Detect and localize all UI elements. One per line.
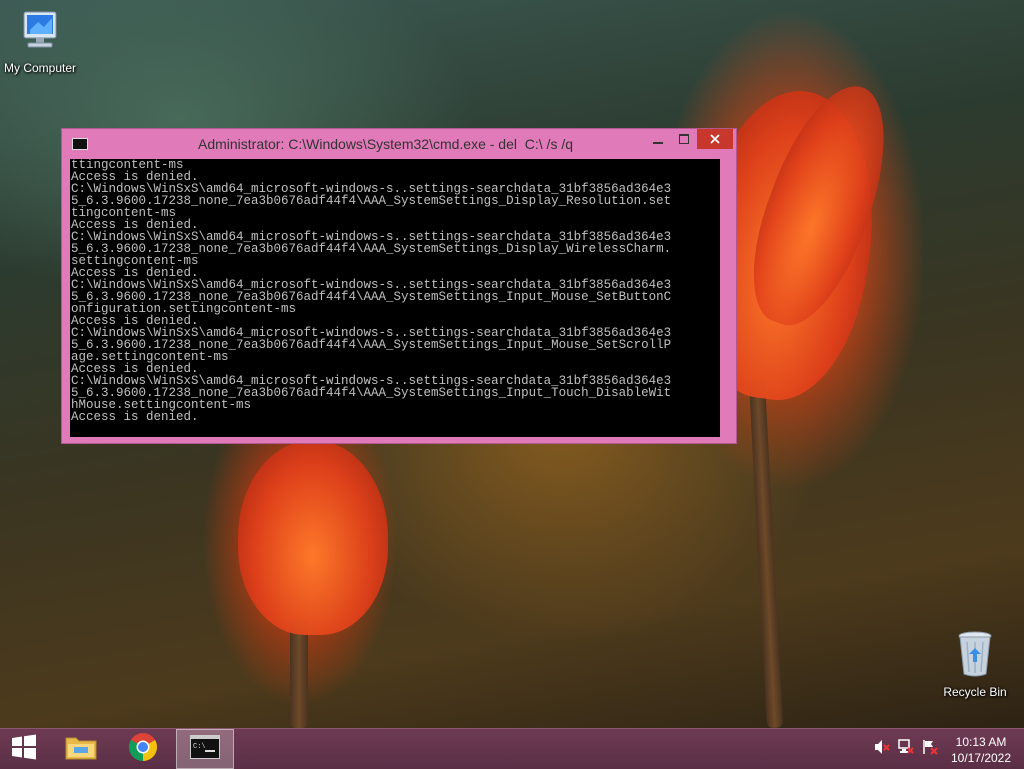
- clock-date: 10/17/2022: [950, 751, 1012, 765]
- wallpaper-stem-right: [748, 379, 784, 728]
- svg-text:C:\: C:\: [193, 743, 206, 751]
- desktop: My Computer Recycle Bin Administrator: C…: [0, 0, 1024, 728]
- console-output-area[interactable]: ttingcontent-ms Access is denied. C:\Win…: [70, 159, 720, 437]
- cmd-icon: C:\: [190, 734, 220, 764]
- file-explorer-taskbar-button[interactable]: [52, 729, 110, 769]
- my-computer-label: My Computer: [3, 61, 77, 75]
- taskbar: C:\ 10:13 AM 10/17/2022: [0, 728, 1024, 769]
- cmd-titlebar[interactable]: Administrator: C:\Windows\System32\cmd.e…: [62, 129, 736, 159]
- folder-icon: [64, 732, 98, 767]
- recycle-bin-icon: [935, 630, 1015, 683]
- command-prompt-taskbar-button[interactable]: C:\: [176, 729, 234, 769]
- cmd-icon: [72, 138, 88, 150]
- minimize-icon: [653, 132, 663, 147]
- recycle-bin-label: Recycle Bin: [943, 685, 1007, 699]
- volume-muted-icon: [874, 739, 890, 760]
- close-icon: [710, 131, 720, 147]
- wallpaper-tulip-left: [238, 440, 388, 635]
- network-icon: [898, 738, 914, 760]
- volume-tray-button[interactable]: [874, 739, 890, 760]
- console-line: Access is denied.: [71, 410, 199, 423]
- recycle-bin-desktop-icon[interactable]: Recycle Bin: [935, 630, 1015, 699]
- action-center-tray-button[interactable]: [922, 739, 938, 760]
- chrome-icon: [128, 732, 158, 767]
- chrome-taskbar-button[interactable]: [114, 729, 172, 769]
- system-clock[interactable]: 10:13 AM 10/17/2022: [944, 734, 1018, 766]
- window-title: Administrator: C:\Windows\System32\cmd.e…: [198, 136, 574, 152]
- maximize-button[interactable]: [671, 129, 697, 149]
- minimize-button[interactable]: [645, 129, 671, 149]
- console-text: ttingcontent-ms Access is denied. C:\Win…: [70, 159, 717, 423]
- maximize-icon: [679, 132, 689, 147]
- action-center-flag-icon: [922, 739, 938, 760]
- close-button[interactable]: [697, 129, 733, 149]
- network-tray-button[interactable]: [898, 738, 914, 760]
- computer-icon: [0, 8, 80, 59]
- clock-time: 10:13 AM: [955, 735, 1007, 749]
- cmd-window[interactable]: Administrator: C:\Windows\System32\cmd.e…: [61, 128, 737, 444]
- wallpaper-stem-left: [290, 620, 308, 728]
- windows-logo-icon: [11, 734, 37, 765]
- my-computer-desktop-icon[interactable]: My Computer: [0, 8, 80, 75]
- start-button[interactable]: [0, 729, 48, 769]
